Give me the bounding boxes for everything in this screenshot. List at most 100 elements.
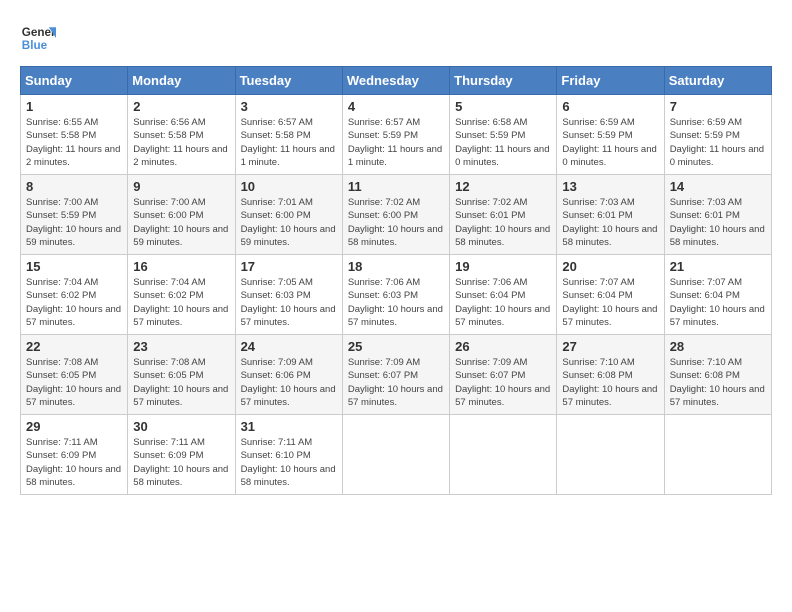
daylight-label: Daylight: 10 hours and 59 minutes.	[133, 224, 228, 248]
sunrise-label: Sunrise: 6:59 AM	[670, 117, 742, 128]
day-number: 20	[562, 259, 658, 274]
weekday-header: Wednesday	[342, 67, 449, 95]
day-number: 12	[455, 179, 551, 194]
calendar-cell: 13 Sunrise: 7:03 AM Sunset: 6:01 PM Dayl…	[557, 175, 664, 255]
calendar-cell: 14 Sunrise: 7:03 AM Sunset: 6:01 PM Dayl…	[664, 175, 771, 255]
calendar-cell	[450, 415, 557, 495]
calendar-table: SundayMondayTuesdayWednesdayThursdayFrid…	[20, 66, 772, 495]
day-info: Sunrise: 7:09 AM Sunset: 6:07 PM Dayligh…	[455, 356, 551, 409]
daylight-label: Daylight: 10 hours and 58 minutes.	[26, 464, 121, 488]
day-number: 18	[348, 259, 444, 274]
calendar-week: 29 Sunrise: 7:11 AM Sunset: 6:09 PM Dayl…	[21, 415, 772, 495]
weekday-header: Tuesday	[235, 67, 342, 95]
weekday-header: Monday	[128, 67, 235, 95]
daylight-label: Daylight: 10 hours and 57 minutes.	[133, 384, 228, 408]
day-info: Sunrise: 7:07 AM Sunset: 6:04 PM Dayligh…	[670, 276, 766, 329]
day-number: 2	[133, 99, 229, 114]
day-info: Sunrise: 7:02 AM Sunset: 6:00 PM Dayligh…	[348, 196, 444, 249]
sunset-label: Sunset: 6:10 PM	[241, 450, 311, 461]
calendar-cell: 4 Sunrise: 6:57 AM Sunset: 5:59 PM Dayli…	[342, 95, 449, 175]
day-info: Sunrise: 7:02 AM Sunset: 6:01 PM Dayligh…	[455, 196, 551, 249]
day-number: 3	[241, 99, 337, 114]
sunrise-label: Sunrise: 7:04 AM	[133, 277, 205, 288]
day-info: Sunrise: 7:06 AM Sunset: 6:04 PM Dayligh…	[455, 276, 551, 329]
day-info: Sunrise: 7:11 AM Sunset: 6:09 PM Dayligh…	[133, 436, 229, 489]
daylight-label: Daylight: 10 hours and 57 minutes.	[562, 304, 657, 328]
sunset-label: Sunset: 6:00 PM	[241, 210, 311, 221]
day-number: 14	[670, 179, 766, 194]
weekday-header: Saturday	[664, 67, 771, 95]
sunset-label: Sunset: 5:59 PM	[455, 130, 525, 141]
calendar-cell: 17 Sunrise: 7:05 AM Sunset: 6:03 PM Dayl…	[235, 255, 342, 335]
day-number: 16	[133, 259, 229, 274]
daylight-label: Daylight: 11 hours and 0 minutes.	[562, 144, 656, 168]
daylight-label: Daylight: 10 hours and 57 minutes.	[241, 384, 336, 408]
day-info: Sunrise: 7:08 AM Sunset: 6:05 PM Dayligh…	[26, 356, 122, 409]
sunrise-label: Sunrise: 7:02 AM	[348, 197, 420, 208]
calendar-cell: 15 Sunrise: 7:04 AM Sunset: 6:02 PM Dayl…	[21, 255, 128, 335]
weekday-header: Thursday	[450, 67, 557, 95]
calendar-cell: 12 Sunrise: 7:02 AM Sunset: 6:01 PM Dayl…	[450, 175, 557, 255]
daylight-label: Daylight: 10 hours and 57 minutes.	[133, 304, 228, 328]
calendar-cell: 23 Sunrise: 7:08 AM Sunset: 6:05 PM Dayl…	[128, 335, 235, 415]
day-number: 8	[26, 179, 122, 194]
sunrise-label: Sunrise: 7:01 AM	[241, 197, 313, 208]
sunset-label: Sunset: 6:01 PM	[670, 210, 740, 221]
daylight-label: Daylight: 10 hours and 57 minutes.	[348, 304, 443, 328]
sunrise-label: Sunrise: 6:57 AM	[348, 117, 420, 128]
calendar-cell: 26 Sunrise: 7:09 AM Sunset: 6:07 PM Dayl…	[450, 335, 557, 415]
day-number: 21	[670, 259, 766, 274]
calendar-cell: 25 Sunrise: 7:09 AM Sunset: 6:07 PM Dayl…	[342, 335, 449, 415]
sunrise-label: Sunrise: 7:10 AM	[562, 357, 634, 368]
daylight-label: Daylight: 11 hours and 2 minutes.	[133, 144, 227, 168]
calendar-cell: 6 Sunrise: 6:59 AM Sunset: 5:59 PM Dayli…	[557, 95, 664, 175]
logo-icon: General Blue	[20, 20, 56, 56]
calendar-week: 15 Sunrise: 7:04 AM Sunset: 6:02 PM Dayl…	[21, 255, 772, 335]
sunrise-label: Sunrise: 6:55 AM	[26, 117, 98, 128]
weekday-header: Sunday	[21, 67, 128, 95]
daylight-label: Daylight: 10 hours and 57 minutes.	[562, 384, 657, 408]
daylight-label: Daylight: 10 hours and 58 minutes.	[455, 224, 550, 248]
svg-text:Blue: Blue	[22, 39, 48, 52]
sunrise-label: Sunrise: 7:03 AM	[670, 197, 742, 208]
calendar-week: 22 Sunrise: 7:08 AM Sunset: 6:05 PM Dayl…	[21, 335, 772, 415]
sunrise-label: Sunrise: 7:11 AM	[241, 437, 313, 448]
day-number: 9	[133, 179, 229, 194]
day-info: Sunrise: 7:11 AM Sunset: 6:09 PM Dayligh…	[26, 436, 122, 489]
calendar-cell: 21 Sunrise: 7:07 AM Sunset: 6:04 PM Dayl…	[664, 255, 771, 335]
calendar-cell: 20 Sunrise: 7:07 AM Sunset: 6:04 PM Dayl…	[557, 255, 664, 335]
daylight-label: Daylight: 10 hours and 57 minutes.	[26, 384, 121, 408]
day-number: 11	[348, 179, 444, 194]
calendar-cell: 28 Sunrise: 7:10 AM Sunset: 6:08 PM Dayl…	[664, 335, 771, 415]
day-info: Sunrise: 7:10 AM Sunset: 6:08 PM Dayligh…	[562, 356, 658, 409]
sunset-label: Sunset: 6:01 PM	[455, 210, 525, 221]
daylight-label: Daylight: 11 hours and 0 minutes.	[670, 144, 764, 168]
sunset-label: Sunset: 5:59 PM	[26, 210, 96, 221]
calendar-cell: 31 Sunrise: 7:11 AM Sunset: 6:10 PM Dayl…	[235, 415, 342, 495]
sunset-label: Sunset: 6:07 PM	[348, 370, 418, 381]
day-info: Sunrise: 7:06 AM Sunset: 6:03 PM Dayligh…	[348, 276, 444, 329]
sunrise-label: Sunrise: 7:09 AM	[348, 357, 420, 368]
calendar-cell: 11 Sunrise: 7:02 AM Sunset: 6:00 PM Dayl…	[342, 175, 449, 255]
sunrise-label: Sunrise: 7:07 AM	[562, 277, 634, 288]
daylight-label: Daylight: 10 hours and 57 minutes.	[241, 304, 336, 328]
sunset-label: Sunset: 6:05 PM	[133, 370, 203, 381]
sunset-label: Sunset: 6:04 PM	[455, 290, 525, 301]
sunset-label: Sunset: 5:58 PM	[26, 130, 96, 141]
day-info: Sunrise: 6:59 AM Sunset: 5:59 PM Dayligh…	[670, 116, 766, 169]
sunset-label: Sunset: 6:00 PM	[348, 210, 418, 221]
day-number: 6	[562, 99, 658, 114]
sunset-label: Sunset: 6:01 PM	[562, 210, 632, 221]
daylight-label: Daylight: 10 hours and 57 minutes.	[455, 384, 550, 408]
sunset-label: Sunset: 6:07 PM	[455, 370, 525, 381]
calendar-cell	[557, 415, 664, 495]
day-info: Sunrise: 7:00 AM Sunset: 6:00 PM Dayligh…	[133, 196, 229, 249]
sunset-label: Sunset: 5:58 PM	[241, 130, 311, 141]
daylight-label: Daylight: 10 hours and 58 minutes.	[562, 224, 657, 248]
calendar-week: 8 Sunrise: 7:00 AM Sunset: 5:59 PM Dayli…	[21, 175, 772, 255]
daylight-label: Daylight: 11 hours and 1 minute.	[241, 144, 335, 168]
day-info: Sunrise: 6:59 AM Sunset: 5:59 PM Dayligh…	[562, 116, 658, 169]
calendar-cell: 1 Sunrise: 6:55 AM Sunset: 5:58 PM Dayli…	[21, 95, 128, 175]
sunset-label: Sunset: 6:04 PM	[562, 290, 632, 301]
day-number: 25	[348, 339, 444, 354]
